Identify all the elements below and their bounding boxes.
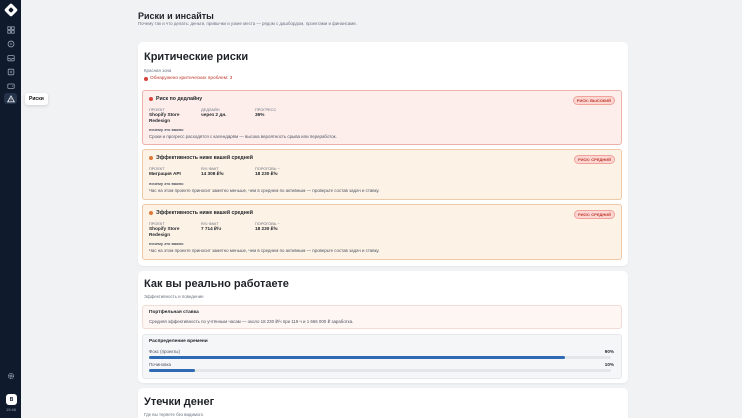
time-distribution-box: Распределение времени Фокс (проекты) 90%… (142, 334, 622, 379)
risk-badge: РИСК: СРЕДНИЙ (573, 210, 615, 219)
page-subtitle: Почему так и что делать: деньги, привычк… (138, 21, 357, 26)
user-initial: B (9, 396, 14, 403)
main-content: Риски и инсайты Почему так и что делать:… (138, 0, 628, 418)
why-label: почему это важно (149, 127, 184, 132)
critical-alert: Обнаружено критических проблем: 3 (144, 76, 232, 81)
page-title: Риски и инсайты (138, 11, 214, 21)
risk-item[interactable]: Риск по дедлайну РИСК: ВЫСОКИЙ ПРОЕКТ ДЕ… (142, 90, 622, 145)
portfolio-title: Портфельная ставка (149, 310, 199, 315)
wallet-icon[interactable] (4, 80, 17, 91)
project-value: Shopify Store Redesign (149, 226, 180, 237)
progress-value: 36% (255, 112, 265, 117)
distribution-fill (149, 356, 565, 359)
distribution-track (149, 356, 611, 359)
risk-description: Час на этом проекте приносит заметно мен… (149, 188, 380, 193)
risk-dot-icon (149, 97, 153, 101)
risk-item[interactable]: Эффективность ниже вашей средней РИСК: С… (142, 204, 622, 260)
critical-alert-text: Обнаружено критических проблем: 3 (150, 76, 233, 81)
work-title: Как вы реально работаете (144, 278, 289, 290)
grid-icon[interactable] (4, 24, 17, 35)
leaks-subtitle: Где вы теряете без видимого (144, 412, 204, 417)
gear-icon[interactable] (4, 370, 17, 381)
risk-dot-icon (149, 156, 153, 160)
risk-description: Час на этом проекте приносит заметно мен… (149, 248, 380, 253)
user-avatar-button[interactable]: B (6, 394, 17, 405)
why-label: почему это важно (149, 241, 184, 246)
distribution-row-label: Фокс (проекты) (149, 349, 180, 354)
distribution-row-pct: 10% (604, 362, 614, 367)
rate-value: 14 308 ₽/ч (201, 171, 224, 176)
warning-icon[interactable] (4, 93, 17, 104)
deadline-value: через 2 дн. (201, 112, 227, 117)
leaks-title: Утечки денег (144, 396, 215, 408)
alert-dot-icon (144, 76, 148, 81)
distribution-fill (149, 369, 196, 372)
threshold-value: 18 230 ₽/ч (255, 171, 278, 176)
distribution-row-pct: 90% (604, 349, 614, 354)
sidebar: B 19:46 (0, 0, 21, 418)
logo-icon[interactable] (3, 2, 19, 18)
critical-risks-card: Критические риски Красная зона Обнаружен… (138, 42, 628, 266)
distribution-row-label: Починовка (149, 362, 171, 367)
rate-value: 7 714 ₽/ч (201, 226, 222, 231)
project-value: Миграция API (149, 171, 181, 176)
critical-risks-subtitle: Красная зона (144, 68, 172, 73)
risk-description: Сроки и прогресс расходятся с календарём… (149, 134, 337, 139)
sidebar-tooltip: Риски (25, 93, 48, 105)
risk-title: Эффективность ниже вашей средней (156, 155, 253, 161)
project-value: Shopify Store Redesign (149, 112, 180, 123)
book-icon[interactable] (4, 66, 17, 77)
risk-title: Эффективность ниже вашей средней (156, 210, 253, 216)
threshold-value: 18 230 ₽/ч (255, 226, 278, 231)
risk-dot-icon (149, 211, 153, 215)
risk-title: Риск по дедлайну (156, 96, 203, 102)
palette-icon[interactable] (4, 38, 17, 49)
critical-risks-title: Критические риски (144, 51, 249, 63)
distribution-track (149, 369, 611, 372)
work-card: Как вы реально работаете Эффективность и… (138, 271, 628, 383)
work-subtitle: Эффективность и поведение (144, 294, 204, 299)
distribution-title: Распределение времени (149, 339, 208, 344)
risk-badge: РИСК: СРЕДНИЙ (573, 155, 615, 164)
risk-badge: РИСК: ВЫСОКИЙ (572, 96, 615, 105)
clock: 19:46 (5, 407, 16, 412)
inbox-icon[interactable] (4, 52, 17, 63)
money-leaks-card: Утечки денег Где вы теряете без видимого (138, 388, 628, 418)
risk-item[interactable]: Эффективность ниже вашей средней РИСК: С… (142, 149, 622, 200)
portfolio-text: Средняя эффективность по учтённым часам … (149, 319, 354, 324)
why-label: почему это важно (149, 181, 184, 186)
portfolio-rate-box: Портфельная ставка Средняя эффективность… (142, 305, 622, 329)
